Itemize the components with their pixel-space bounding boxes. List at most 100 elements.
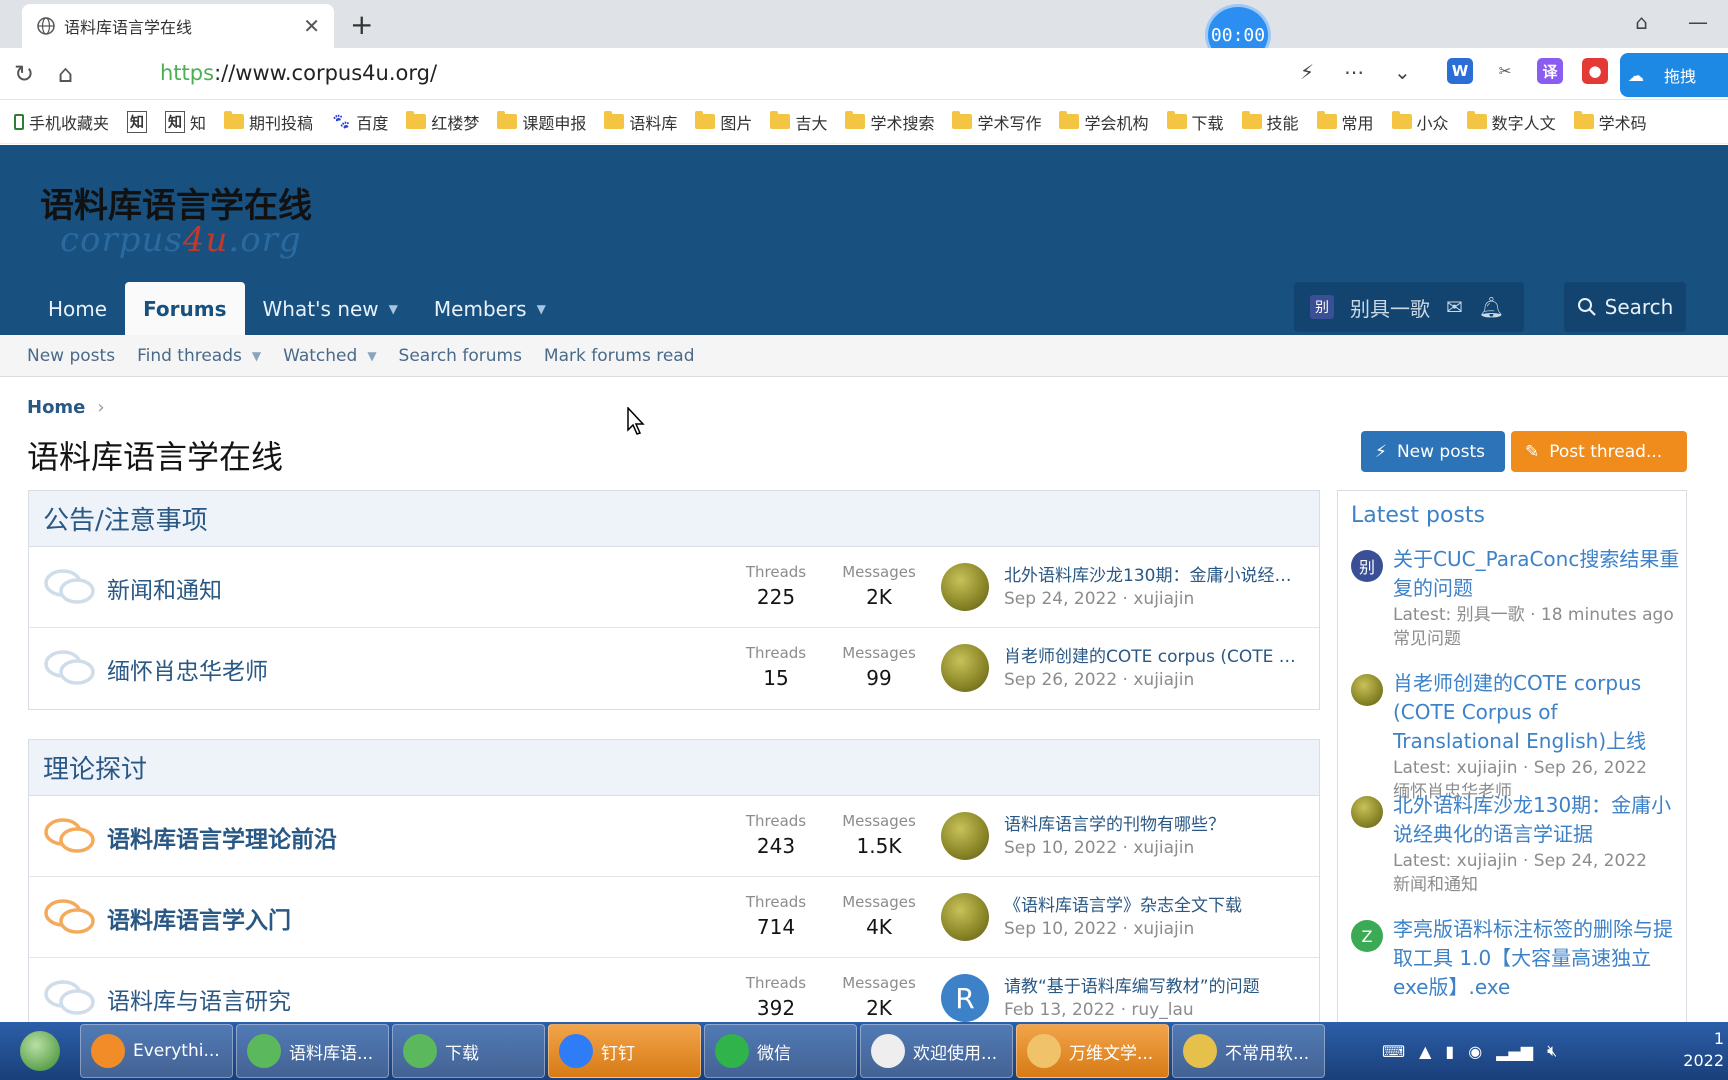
envelope-icon[interactable]: ✉ <box>1446 295 1463 319</box>
taskbar-item[interactable]: 下载 <box>392 1024 545 1078</box>
browser-tab[interactable]: 语料库语言学在线 ✕ <box>22 4 334 48</box>
bookmark-item[interactable]: 🐾︎ 百度 <box>331 110 388 134</box>
forum-title[interactable]: 语料库语言学理论前沿 <box>107 820 337 854</box>
latest-post-title[interactable]: 李亮版语料标注标签的删除与提取工具 1.0【大容量高速独立exe版】.exe <box>1393 915 1681 1002</box>
bookmark-item[interactable]: 吉大 <box>770 110 827 134</box>
last-post-title[interactable]: 北外语料库沙龙130期：金庸小说经典化的语言学证据 <box>1004 561 1304 586</box>
search-button[interactable]: Search <box>1564 282 1686 332</box>
latest-post-forum[interactable]: 新闻和通知 <box>1393 873 1681 897</box>
bookmark-item[interactable]: 红楼梦 <box>406 110 479 134</box>
user-avatar[interactable] <box>941 644 989 692</box>
caret-down-icon[interactable]: ▼ <box>537 302 546 316</box>
shirt-icon[interactable]: ⌂ <box>1635 10 1648 34</box>
keyboard-icon[interactable]: ⌨ <box>1382 1042 1405 1061</box>
bookmark-item[interactable]: 学术写作 <box>952 110 1041 134</box>
taskbar-item[interactable]: 欢迎使用... <box>860 1024 1013 1078</box>
post-thread-button[interactable]: ✎ Post thread... <box>1511 431 1687 472</box>
caret-down-icon[interactable]: ▼ <box>367 349 376 363</box>
taskbar-item[interactable]: 不常用软... <box>1172 1024 1325 1078</box>
user-avatar[interactable] <box>941 563 989 611</box>
user-menu[interactable]: 别 别具一歌 ✉ 🔔︎ <box>1294 282 1524 332</box>
forum-title[interactable]: 语料库语言学入门 <box>107 901 291 935</box>
more-icon[interactable]: ⋯ <box>1344 60 1364 84</box>
nav-tab-home[interactable]: Home <box>30 282 125 335</box>
lightning-icon[interactable]: ⚡ <box>1300 60 1314 84</box>
bookmark-item[interactable]: 知 <box>127 110 148 133</box>
last-post-title[interactable]: 《语料库语言学》杂志全文下载 <box>1004 891 1304 916</box>
user-avatar[interactable] <box>1351 674 1383 706</box>
user-avatar[interactable] <box>941 812 989 860</box>
bookmark-item[interactable]: 语料库 <box>604 110 677 134</box>
new-posts-button[interactable]: ⚡ New posts <box>1361 431 1505 472</box>
latest-post-forum[interactable]: 常见问题 <box>1393 627 1681 651</box>
taskbar-item[interactable]: 钉钉 <box>548 1024 701 1078</box>
category-title[interactable]: 公告/注意事项 <box>29 491 1319 547</box>
latest-post-title[interactable]: 肖老师创建的COTE corpus (COTE Corpus of Transl… <box>1393 669 1681 756</box>
bookmark-item[interactable]: 期刊投稿 <box>224 110 313 134</box>
system-clock[interactable]: 1 2022 <box>1683 1028 1724 1072</box>
category-title[interactable]: 理论探讨 <box>29 740 1319 796</box>
user-avatar[interactable] <box>1351 796 1383 828</box>
word-extension-icon[interactable]: W <box>1447 58 1473 84</box>
forum-title[interactable]: 语料库与语言研究 <box>107 982 291 1016</box>
latest-post-title[interactable]: 关于CUC_ParaConc搜索结果重复的问题 <box>1393 545 1681 603</box>
home-icon[interactable]: ⌂ <box>58 60 73 88</box>
latest-post-item[interactable]: 别关于CUC_ParaConc搜索结果重复的问题 Latest: 别具一歌 · 1… <box>1351 545 1681 651</box>
caret-down-icon[interactable]: ▼ <box>252 349 261 363</box>
network-icon[interactable]: ▮ <box>1445 1042 1454 1061</box>
latest-post-item[interactable]: Z 李亮版语料标注标签的删除与提取工具 1.0【大容量高速独立exe版】.exe <box>1351 915 1681 1002</box>
tray-arrow-icon[interactable]: ▲ <box>1419 1042 1431 1061</box>
nav-tab-members[interactable]: Members ▼ <box>416 282 564 335</box>
taskbar-item[interactable]: 微信 <box>704 1024 857 1078</box>
subnav-search-forums[interactable]: Search forums <box>399 346 522 366</box>
user-avatar[interactable]: 别 <box>1351 550 1383 582</box>
url-field[interactable]: https://www.corpus4u.org/ <box>160 61 437 85</box>
caret-down-icon[interactable]: ▼ <box>389 302 398 316</box>
nav-tab-forums[interactable]: Forums <box>125 282 245 335</box>
new-tab-button[interactable]: + <box>350 8 373 41</box>
start-button[interactable] <box>0 1022 80 1080</box>
forum-title[interactable]: 新闻和通知 <box>107 571 222 605</box>
latest-post-title[interactable]: 北外语料库沙龙130期：金庸小说经典化的语言学证据 <box>1393 791 1681 849</box>
taskbar-item[interactable]: Everythi... <box>80 1024 233 1078</box>
forum-node-row[interactable]: 语料库语言学理论前沿 Threads 243 Messages 1.5K 语料库语言学的刊… <box>29 796 1319 877</box>
user-avatar[interactable]: R <box>941 974 989 1022</box>
latest-post-item[interactable]: 肖老师创建的COTE corpus (COTE Corpus of Transl… <box>1351 669 1681 804</box>
forum-node-row[interactable]: 新闻和通知 Threads 225 Messages 2K 北外语料库沙龙130期：金庸小… <box>29 547 1319 628</box>
subnav-find-threads[interactable]: Find threads <box>137 346 242 366</box>
bookmark-item[interactable]: 小众 <box>1391 110 1449 134</box>
last-post-title[interactable]: 肖老师创建的COTE corpus (COTE Corpus of Transl… <box>1004 642 1304 667</box>
forum-node-row[interactable]: 缅怀肖忠华老师 Threads 15 Messages 99 肖老师创建的COTE cor… <box>29 628 1319 709</box>
bookmark-item[interactable]: 学术搜索 <box>845 110 934 134</box>
bookmark-item[interactable]: 图片 <box>695 110 752 134</box>
bookmark-item[interactable]: 学术码 <box>1573 110 1647 134</box>
bookmark-item[interactable]: 常用 <box>1316 110 1374 134</box>
nav-tab-whats-new[interactable]: What's new ▼ <box>245 282 416 335</box>
cloud-drag-button[interactable]: ☁ 拖拽 <box>1620 53 1728 97</box>
scissors-icon[interactable]: ✂ <box>1492 58 1518 84</box>
taskbar-item[interactable]: 万维文学... <box>1016 1024 1169 1078</box>
bookmark-item[interactable]: 知知 <box>165 110 206 134</box>
chat-icon[interactable]: ◉ <box>1468 1042 1482 1061</box>
bookmark-item[interactable]: 手机收藏夹 <box>14 110 109 134</box>
latest-post-item[interactable]: 北外语料库沙龙130期：金庸小说经典化的语言学证据 Latest: xujiaji… <box>1351 791 1681 897</box>
taskbar-item[interactable]: 语料库语... <box>236 1024 389 1078</box>
bookmark-item[interactable]: 下载 <box>1166 110 1224 134</box>
last-post-title[interactable]: 语料库语言学的刊物有哪些？ <box>1004 810 1304 835</box>
subnav-new-posts[interactable]: New posts <box>27 346 115 366</box>
volume-icon[interactable]: 🔇︎ <box>1547 1041 1557 1061</box>
subnav-mark-read[interactable]: Mark forums read <box>544 346 695 366</box>
forum-title[interactable]: 缅怀肖忠华老师 <box>107 652 268 686</box>
translate-extension-icon[interactable]: 译 <box>1537 58 1563 84</box>
user-avatar[interactable] <box>941 893 989 941</box>
reload-icon[interactable]: ↻ <box>14 60 34 88</box>
breadcrumb-home[interactable]: Home <box>27 397 85 418</box>
minimize-icon[interactable]: — <box>1688 10 1708 34</box>
bookmark-item[interactable]: 学会机构 <box>1059 110 1149 134</box>
bookmark-item[interactable]: 课题申报 <box>497 110 586 134</box>
subnav-watched[interactable]: Watched <box>283 346 357 366</box>
user-avatar[interactable]: Z <box>1351 920 1383 952</box>
last-post-title[interactable]: 请教“基于语料库编写教材”的问题 <box>1004 972 1304 997</box>
tab-close-icon[interactable]: ✕ <box>303 14 320 38</box>
bell-icon[interactable]: 🔔︎ <box>1479 295 1504 319</box>
